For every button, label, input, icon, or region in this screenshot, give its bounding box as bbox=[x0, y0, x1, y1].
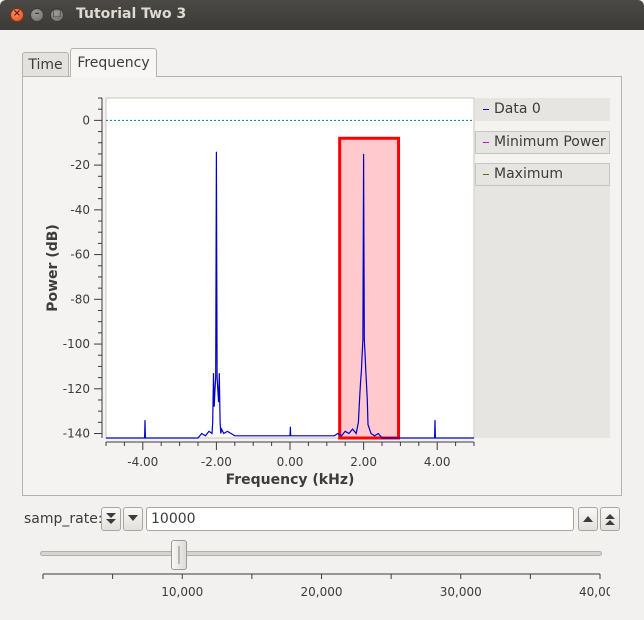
legend-swatch-data-0 bbox=[483, 109, 489, 110]
scale-tick-label: 10,000 bbox=[161, 585, 203, 599]
large-step-down-button[interactable] bbox=[101, 507, 121, 531]
x-tick-label: 2.00 bbox=[350, 455, 377, 469]
y-tick-label: -60 bbox=[70, 248, 90, 262]
slider-scale: 10,000 20,000 30,000 40,000 bbox=[42, 573, 610, 599]
tab-frequency[interactable]: Frequency bbox=[70, 48, 157, 77]
tab-time[interactable]: Time bbox=[22, 52, 69, 76]
maximize-icon: □ bbox=[52, 8, 62, 19]
samp-rate-label: samp_rate: bbox=[24, 511, 103, 527]
title-bar: × – □ Tutorial Two 3 bbox=[0, 0, 644, 30]
scale-tick-label: 20,000 bbox=[301, 585, 343, 599]
minimize-icon: – bbox=[34, 8, 40, 19]
legend-label: Data 0 bbox=[494, 101, 541, 117]
highlight-box bbox=[338, 136, 401, 440]
samp-rate-input[interactable] bbox=[146, 507, 574, 531]
large-step-up-button[interactable] bbox=[600, 507, 620, 531]
close-button[interactable]: × bbox=[10, 8, 24, 22]
y-tick-label: -100 bbox=[63, 337, 90, 351]
step-up-button[interactable] bbox=[578, 507, 598, 531]
y-tick-label: -80 bbox=[70, 292, 90, 306]
legend-item-maximum-power[interactable]: Maximum Power bbox=[475, 163, 610, 203]
y-tick-label: 0 bbox=[82, 113, 90, 127]
step-down-button[interactable] bbox=[123, 507, 143, 531]
y-tick-label: -140 bbox=[63, 427, 90, 441]
y-tick-label: -40 bbox=[70, 203, 90, 217]
legend-swatch-minimum-power bbox=[483, 142, 489, 143]
y-axis-title: Power (dB) bbox=[45, 224, 61, 312]
x-tick-label: -2.00 bbox=[201, 455, 232, 469]
chevron-up-icon bbox=[583, 516, 593, 522]
legend-label: Minimum Power bbox=[494, 134, 606, 150]
x-tick-label: -4.00 bbox=[127, 455, 158, 469]
scale-tick-label: 40,000 bbox=[579, 585, 610, 599]
samp-rate-slider-handle[interactable] bbox=[171, 540, 188, 570]
chevron-down-icon bbox=[128, 515, 138, 521]
samp-rate-slider-track[interactable] bbox=[40, 551, 602, 556]
legend-panel bbox=[475, 186, 610, 438]
window-title: Tutorial Two 3 bbox=[76, 6, 187, 22]
close-icon: × bbox=[12, 8, 22, 19]
double-chevron-up-icon bbox=[605, 514, 615, 525]
plot-canvas bbox=[105, 97, 475, 439]
legend-swatch-maximum-power bbox=[483, 174, 489, 175]
x-tick-label: 0.00 bbox=[277, 455, 304, 469]
frequency-plot[interactable]: 0 -20 -40 -60 -80 -100 -120 -140 -4.00 -2.00 0.00 2… bbox=[36, 94, 476, 494]
x-tick-label: 4.00 bbox=[424, 455, 451, 469]
legend-item-minimum-power[interactable]: Minimum Power bbox=[475, 131, 610, 154]
scale-tick-label: 30,000 bbox=[440, 585, 482, 599]
double-chevron-down-icon bbox=[106, 513, 116, 524]
y-tick-label: -20 bbox=[70, 158, 90, 172]
y-tick-label: -120 bbox=[63, 382, 90, 396]
x-axis-title: Frequency (kHz) bbox=[226, 472, 355, 488]
maximize-button[interactable]: □ bbox=[50, 8, 64, 22]
minimize-button[interactable]: – bbox=[30, 8, 44, 22]
legend-item-data-0[interactable]: Data 0 bbox=[475, 98, 610, 121]
